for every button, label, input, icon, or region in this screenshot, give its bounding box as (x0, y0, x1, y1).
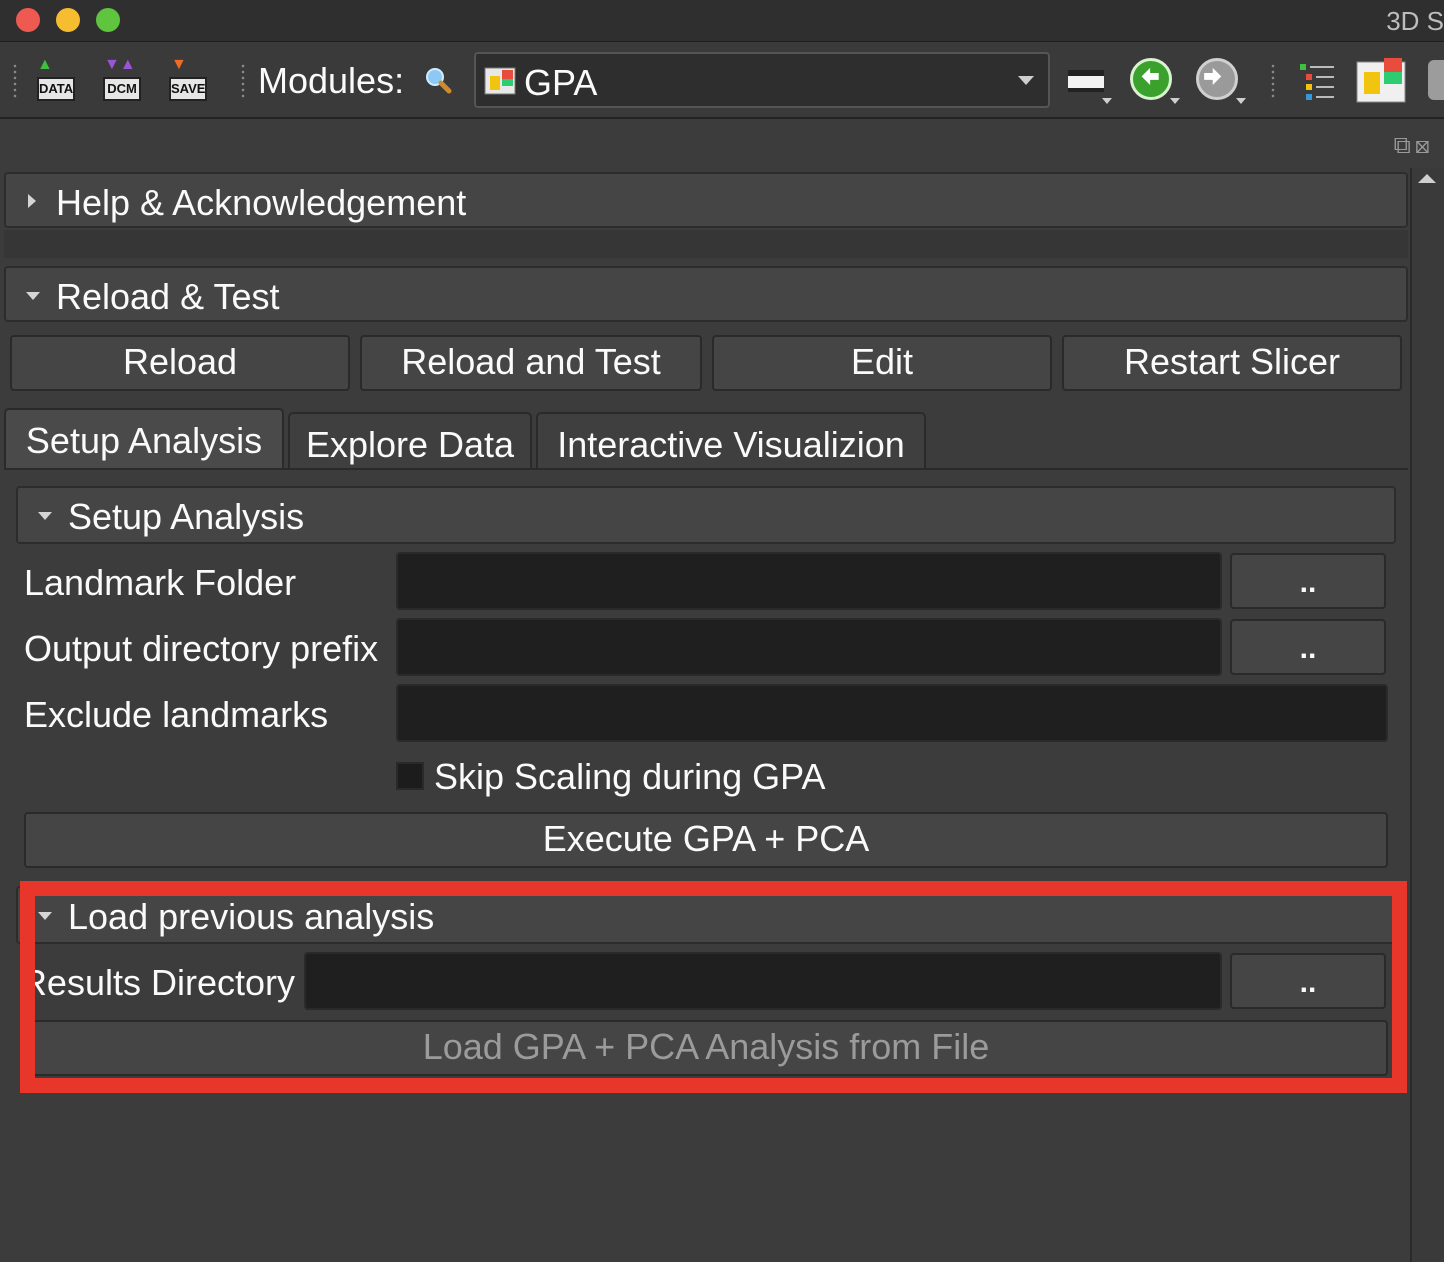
panel-controls: ⧉⊠ (1394, 132, 1434, 160)
toolbar-grip-handle[interactable] (240, 63, 246, 99)
exclude-landmarks-field[interactable] (396, 684, 1388, 742)
reload-test-section-header[interactable]: Reload & Test (4, 266, 1408, 322)
scroll-up-arrow-icon[interactable] (1418, 174, 1436, 183)
forward-button[interactable] (1196, 58, 1238, 100)
execute-gpa-pca-button[interactable]: Execute GPA + PCA (24, 812, 1388, 868)
search-icon[interactable] (424, 66, 452, 94)
extra-toolbar-icon[interactable] (1428, 60, 1444, 100)
help-section-header[interactable]: Help & Acknowledgement (4, 172, 1408, 228)
landmark-folder-label: Landmark Folder (24, 562, 297, 603)
gpa-module-icon (484, 67, 516, 95)
save-icon: SAVE (169, 77, 207, 101)
tab-setup-analysis[interactable]: Setup Analysis (4, 408, 284, 470)
tab-interactive-visualization[interactable]: Interactive Visualizion (536, 412, 926, 470)
window-title: 3D S (1386, 6, 1444, 36)
upload-arrow-icon: ▲ (37, 56, 53, 73)
module-selector-dropdown[interactable]: GPA (474, 52, 1050, 108)
reload-and-test-button[interactable]: Reload and Test (360, 335, 702, 391)
collapse-arrow-icon (38, 512, 52, 520)
setup-analysis-section-header[interactable]: Setup Analysis (16, 486, 1396, 544)
output-prefix-field[interactable] (396, 618, 1222, 676)
browse-label: .. (1299, 632, 1317, 665)
download-arrow-icon: ▼ (171, 56, 187, 73)
module-icon[interactable] (1356, 56, 1406, 104)
landmark-folder-browse-button[interactable]: .. (1230, 553, 1386, 609)
chevron-down-icon (1018, 76, 1034, 85)
landmark-folder-field[interactable] (396, 552, 1222, 610)
highlight-annotation-box (20, 881, 1407, 1093)
section-spacer (4, 230, 1408, 258)
back-button[interactable] (1130, 58, 1172, 100)
arrow-right-icon (1204, 67, 1222, 85)
dicom-arrows-icon: ▼▲ (104, 56, 136, 73)
dcm-icon: DCM (103, 77, 141, 101)
chevron-down-icon[interactable] (1170, 98, 1180, 104)
chevron-down-icon (1102, 98, 1112, 104)
vertical-scrollbar[interactable] (1410, 168, 1444, 1262)
close-panel-icon[interactable]: ⊠ (1415, 132, 1434, 159)
tab-explore-data[interactable]: Explore Data (288, 412, 532, 470)
data-tree-icon[interactable] (1298, 60, 1338, 102)
collapse-arrow-icon (26, 292, 40, 300)
exclude-landmarks-label: Exclude landmarks (24, 694, 329, 735)
modules-label: Modules: (258, 60, 405, 101)
reload-button[interactable]: Reload (10, 335, 350, 391)
layout-icon (1068, 70, 1104, 92)
edit-button[interactable]: Edit (712, 335, 1052, 391)
help-section-label: Help & Acknowledgement (56, 182, 467, 223)
skip-scaling-label[interactable]: Skip Scaling during GPA (434, 756, 826, 798)
restart-slicer-button[interactable]: Restart Slicer (1062, 335, 1402, 391)
window-titlebar: 3D S (0, 0, 1444, 42)
minimize-window-button[interactable] (56, 8, 80, 32)
selected-module-text: GPA (524, 62, 598, 103)
output-prefix-label: Output directory prefix (24, 628, 379, 669)
load-data-button[interactable]: ▲ DATA (34, 57, 78, 103)
setup-analysis-section-label: Setup Analysis (68, 496, 305, 537)
data-icon: DATA (37, 77, 75, 101)
browse-label: .. (1299, 566, 1317, 599)
layout-menu-button[interactable] (1068, 66, 1114, 108)
save-data-button[interactable]: ▼ SAVE (166, 57, 210, 103)
toolbar-grip-handle[interactable] (12, 63, 18, 99)
skip-scaling-checkbox[interactable] (396, 762, 424, 790)
load-dicom-button[interactable]: ▼▲ DCM (100, 57, 144, 103)
output-prefix-browse-button[interactable]: .. (1230, 619, 1386, 675)
reload-test-section-label: Reload & Test (56, 276, 280, 317)
close-window-button[interactable] (16, 8, 40, 32)
zoom-window-button[interactable] (96, 8, 120, 32)
chevron-down-icon[interactable] (1236, 98, 1246, 104)
toolbar-grip-handle[interactable] (1270, 63, 1276, 99)
expand-arrow-icon (28, 194, 36, 208)
float-panel-icon[interactable]: ⧉ (1394, 132, 1415, 159)
arrow-left-icon (1141, 67, 1159, 85)
